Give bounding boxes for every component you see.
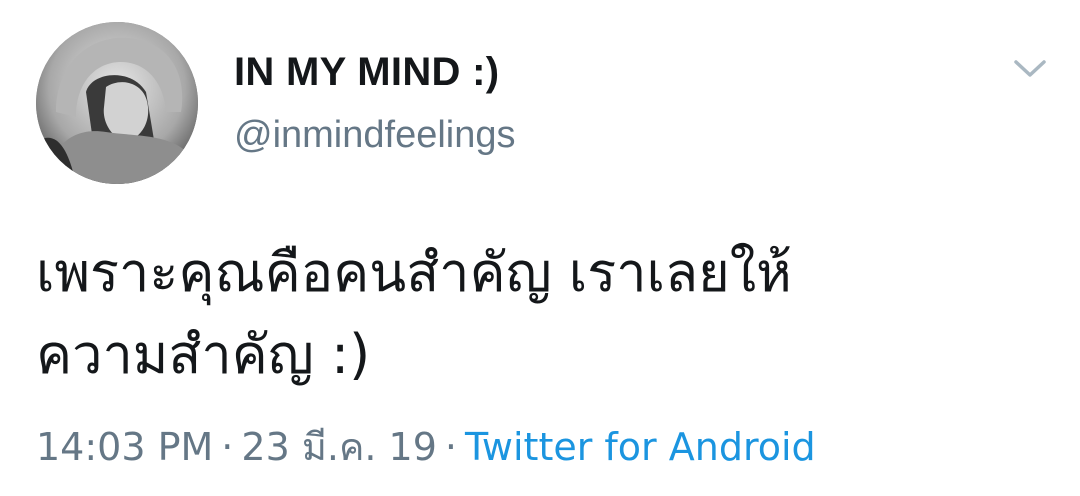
tweet-text: เพราะคุณคือคนสำคัญ เราเลยให้ ความสำคัญ :… [36,232,1036,396]
avatar[interactable] [36,22,198,184]
separator-dot: · [444,425,457,469]
avatar-image [36,22,198,184]
tweet-date[interactable]: 23 มี.ค. 19 [241,425,437,469]
chevron-down-icon[interactable] [1008,50,1052,86]
tweet-text-line: เพราะคุณคือคนสำคัญ เราเลยให้ [36,241,792,304]
username-handle[interactable]: @inmindfeelings [234,114,516,157]
tweet-text-line: ความสำคัญ :) [36,323,371,386]
tweet-source-link[interactable]: Twitter for Android [465,425,816,469]
tweet-metadata: 14:03 PM · 23 มี.ค. 19 · Twitter for Android [36,416,816,477]
separator-dot: · [221,425,234,469]
tweet-time[interactable]: 14:03 PM [36,425,213,469]
tweet-card: IN MY MIND :) @inmindfeelings เพราะคุณคื… [0,0,1080,496]
display-name[interactable]: IN MY MIND :) [234,50,499,95]
